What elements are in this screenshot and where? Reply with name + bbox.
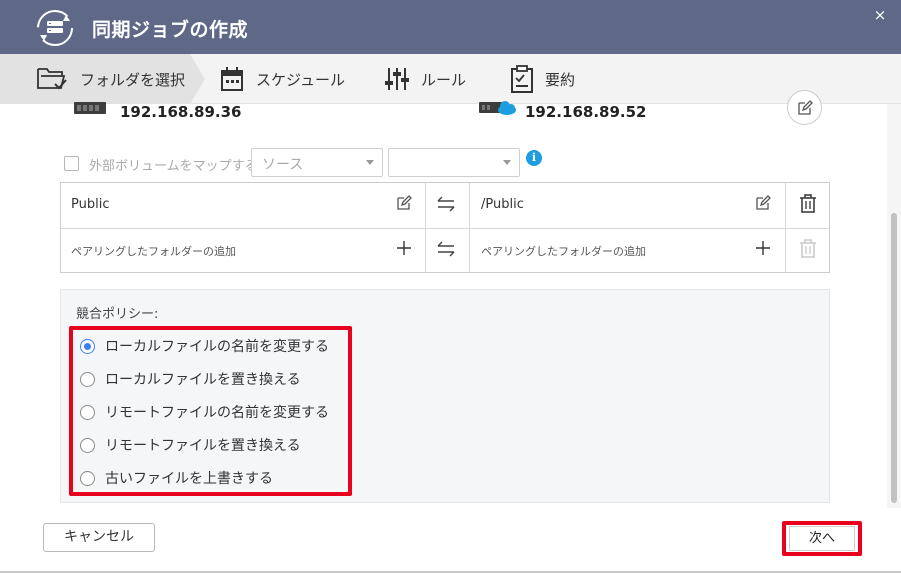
- add-remote-folder-label: ペアリングしたフォルダーの追加: [481, 245, 646, 258]
- window-title: 同期ジョブの作成: [92, 19, 249, 41]
- radio-label: ローカルファイルを置き換える: [105, 372, 301, 388]
- nas-device-icon: [74, 102, 106, 114]
- policy-option-overwrite-older[interactable]: 古いファイルを上書きする: [80, 467, 273, 489]
- sync-arrows-icon: [437, 241, 455, 257]
- map-external-checkbox[interactable]: [64, 156, 79, 171]
- chevron-down-icon: [503, 160, 511, 165]
- remote-device-ip: 192.168.89.52: [525, 103, 647, 121]
- radio-label: ローカルファイルの名前を変更する: [105, 339, 329, 355]
- edit-icon[interactable]: [396, 195, 412, 211]
- radio-label: リモートファイルの名前を変更する: [105, 405, 329, 421]
- step-label: スケジュール: [256, 70, 345, 89]
- conflict-policy-title: 競合ポリシー:: [76, 307, 159, 322]
- cancel-button[interactable]: キャンセル: [43, 523, 155, 552]
- title-bar: 同期ジョブの作成 ×: [0, 0, 901, 54]
- row-divider: [61, 228, 829, 229]
- step-label: ルール: [421, 70, 467, 89]
- policy-option-rename-remote[interactable]: リモートファイルの名前を変更する: [80, 401, 329, 423]
- step-label: 要約: [545, 70, 576, 89]
- step-rules: ルール: [385, 54, 466, 104]
- local-device-ip: 192.168.89.36: [120, 103, 242, 121]
- radio-button[interactable]: [80, 404, 95, 420]
- folder-pair-table: Public /Public ペアリングしたフォルダーの追加 ペアリングしたフォ…: [60, 182, 830, 273]
- chevron-down-icon: [366, 160, 374, 165]
- radio-button[interactable]: [80, 371, 95, 387]
- radio-button[interactable]: [80, 470, 95, 486]
- wizard-steps: フォルダを選択 スケジュール ルール 要約: [0, 54, 901, 104]
- column-divider: [425, 183, 426, 272]
- source-select-value: ソース: [262, 157, 304, 173]
- target-select[interactable]: [388, 148, 520, 177]
- add-icon[interactable]: [755, 240, 771, 256]
- map-external-label: 外部ボリュームをマップする: [89, 159, 258, 174]
- source-select[interactable]: ソース: [251, 148, 383, 177]
- calendar-icon: [221, 67, 243, 91]
- sync-arrows-icon: [437, 196, 455, 212]
- clipboard-icon: [511, 65, 533, 93]
- cloud-nas-icon: [479, 101, 516, 115]
- column-divider: [469, 183, 470, 272]
- trash-icon[interactable]: [799, 194, 817, 213]
- policy-option-replace-local[interactable]: ローカルファイルを置き換える: [80, 368, 301, 390]
- policy-option-rename-local[interactable]: ローカルファイルの名前を変更する: [80, 335, 329, 357]
- scrollbar-thumb[interactable]: [891, 213, 897, 503]
- edit-icon: [797, 99, 813, 115]
- radio-label: 古いファイルを上書きする: [105, 471, 273, 487]
- edit-icon[interactable]: [755, 195, 771, 211]
- add-local-folder-label: ペアリングしたフォルダーの追加: [71, 245, 236, 258]
- step-select-folder: フォルダを選択: [36, 54, 185, 104]
- folder-check-icon: [37, 68, 67, 90]
- sliders-icon: [385, 68, 409, 90]
- radio-label: リモートファイルを置き換える: [105, 438, 301, 454]
- step-label: フォルダを選択: [80, 70, 186, 89]
- column-divider: [785, 183, 786, 272]
- edit-connection-button[interactable]: [787, 90, 822, 125]
- trash-icon-disabled: [800, 239, 816, 258]
- step-schedule: スケジュール: [220, 54, 345, 104]
- local-folder-name: Public: [71, 197, 110, 212]
- remote-folder-name: /Public: [481, 197, 524, 212]
- radio-button[interactable]: [80, 437, 95, 453]
- next-button[interactable]: 次へ: [789, 526, 855, 551]
- add-icon[interactable]: [396, 240, 412, 256]
- radio-button[interactable]: [80, 338, 95, 354]
- info-icon[interactable]: i: [526, 150, 542, 166]
- close-icon[interactable]: ×: [872, 6, 888, 24]
- sync-app-icon: [37, 10, 73, 46]
- policy-option-replace-remote[interactable]: リモートファイルを置き換える: [80, 434, 301, 456]
- step-summary: 要約: [511, 54, 575, 104]
